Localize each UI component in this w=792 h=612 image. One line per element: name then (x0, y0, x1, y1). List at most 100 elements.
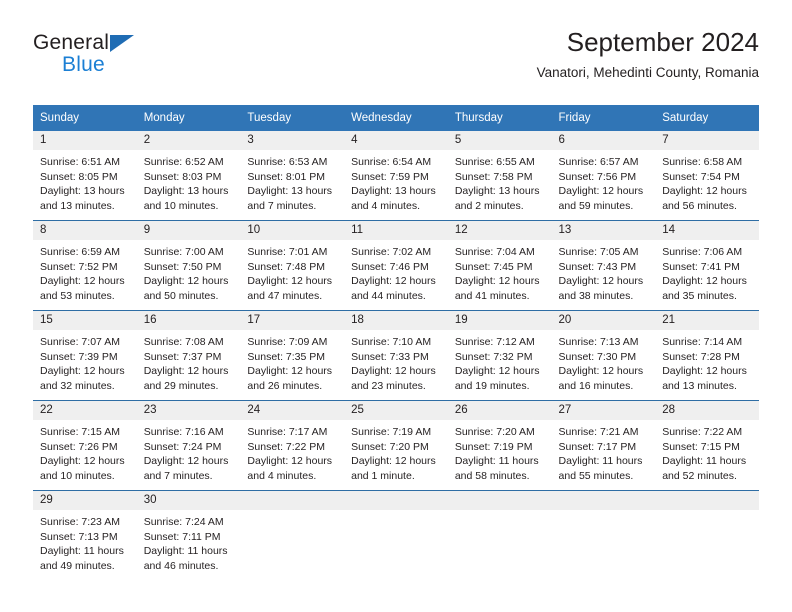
sunrise-text: Sunrise: 6:54 AM (351, 156, 432, 168)
weekday-header-monday: Monday (136, 105, 241, 131)
daylight-text-line2: and 47 minutes. (247, 289, 323, 302)
sunset-text: Sunset: 7:50 PM (143, 260, 222, 273)
sunrise-text: Sunrise: 7:01 AM (247, 246, 328, 258)
generalblue-logo: General Blue (33, 31, 253, 91)
daylight-text-line2: and 53 minutes. (40, 289, 115, 302)
calendar-day-cell[interactable]: 14 Sunrise: 7:06 AM Sunset: 7:41 PM Dayligh… (655, 220, 759, 311)
daylight-text-line2: and 10 minutes. (40, 469, 115, 482)
daylight-text-line2: and 52 minutes. (662, 469, 737, 482)
sunset-text: Sunset: 7:13 PM (40, 530, 118, 543)
sunrise-text: Sunrise: 7:23 AM (40, 516, 120, 528)
day-number: 29 (33, 491, 137, 510)
calendar-day-cell[interactable]: 9 Sunrise: 7:00 AM Sunset: 7:50 PM Daylight… (136, 220, 241, 311)
calendar-day-cell[interactable]: 7 Sunrise: 6:58 AM Sunset: 7:54 PM Daylight… (655, 131, 759, 221)
calendar-day-cell[interactable]: 21 Sunrise: 7:14 AM Sunset: 7:28 PM Dayligh… (655, 310, 759, 401)
sunrise-text: Sunrise: 7:04 AM (454, 246, 535, 258)
calendar-day-cell[interactable]: 22 Sunrise: 7:15 AM Sunset: 7:26 PM Dayligh… (33, 400, 137, 491)
calendar-day-cell[interactable]: 29 Sunrise: 7:23 AM Sunset: 7:13 PM Dayligh… (33, 490, 137, 580)
calendar-day-cell[interactable]: 19 Sunrise: 7:12 AM Sunset: 7:32 PM Dayligh… (447, 310, 552, 401)
daylight-text-line1: Daylight: 12 hours (662, 275, 747, 287)
daylight-text-line2: and 49 minutes. (40, 559, 115, 572)
weekday-header-sunday: Sunday (33, 105, 137, 131)
day-number: 16 (136, 311, 241, 330)
daylight-text-line2: and 4 minutes. (247, 469, 317, 482)
sunset-text: Sunset: 7:20 PM (351, 440, 429, 453)
calendar-day-cell-empty (655, 490, 759, 580)
daylight-text-line2: and 55 minutes. (558, 469, 634, 482)
sunset-text: Sunset: 8:01 PM (247, 170, 326, 183)
day-number (240, 491, 345, 510)
day-number: 26 (447, 401, 552, 420)
sunrise-text: Sunrise: 7:08 AM (143, 336, 224, 348)
daylight-text-line2: and 35 minutes. (662, 289, 737, 302)
calendar-day-cell[interactable]: 4 Sunrise: 6:54 AM Sunset: 7:59 PM Daylight… (344, 131, 448, 221)
calendar-day-cell[interactable]: 26 Sunrise: 7:20 AM Sunset: 7:19 PM Dayligh… (447, 400, 552, 491)
calendar-day-cell[interactable]: 25 Sunrise: 7:19 AM Sunset: 7:20 PM Dayligh… (344, 400, 448, 491)
sunset-text: Sunset: 7:22 PM (247, 440, 326, 453)
daylight-text-line1: Daylight: 12 hours (247, 365, 333, 377)
daylight-text-line2: and 10 minutes. (143, 199, 219, 212)
daylight-text-line2: and 19 minutes. (454, 379, 530, 392)
sunset-text: Sunset: 8:05 PM (40, 170, 118, 183)
day-number: 25 (344, 401, 448, 420)
calendar-day-cell[interactable]: 10 Sunrise: 7:01 AM Sunset: 7:48 PM Dayligh… (240, 220, 345, 311)
day-number: 18 (344, 311, 448, 330)
calendar-day-cell[interactable]: 15 Sunrise: 7:07 AM Sunset: 7:39 PM Dayligh… (33, 310, 137, 401)
calendar-day-cell[interactable]: 6 Sunrise: 6:57 AM Sunset: 7:56 PM Daylight… (551, 131, 656, 221)
sunset-text: Sunset: 7:19 PM (454, 440, 533, 453)
sunrise-text: Sunrise: 7:22 AM (662, 426, 743, 438)
sunrise-text: Sunrise: 7:09 AM (247, 336, 328, 348)
calendar-week-row: 1 Sunrise: 6:51 AM Sunset: 8:05 PM Daylight… (33, 131, 759, 221)
daylight-text-line2: and 44 minutes. (351, 289, 426, 302)
calendar-day-cell[interactable]: 18 Sunrise: 7:10 AM Sunset: 7:33 PM Dayligh… (344, 310, 448, 401)
calendar-day-cell[interactable]: 11 Sunrise: 7:02 AM Sunset: 7:46 PM Dayligh… (344, 220, 448, 311)
daylight-text-line1: Daylight: 13 hours (454, 185, 540, 197)
daylight-text-line2: and 4 minutes. (351, 199, 420, 212)
day-number: 30 (136, 491, 241, 510)
sunset-text: Sunset: 7:52 PM (40, 260, 118, 273)
sunrise-text: Sunrise: 6:55 AM (454, 156, 535, 168)
sunrise-text: Sunrise: 7:05 AM (558, 246, 639, 258)
sunset-text: Sunset: 7:28 PM (662, 350, 740, 363)
calendar-day-cell[interactable]: 3 Sunrise: 6:53 AM Sunset: 8:01 PM Daylight… (240, 131, 345, 221)
calendar-day-cell[interactable]: 23 Sunrise: 7:16 AM Sunset: 7:24 PM Dayligh… (136, 400, 241, 491)
calendar-day-cell[interactable]: 8 Sunrise: 6:59 AM Sunset: 7:52 PM Daylight… (33, 220, 137, 311)
calendar-day-cell[interactable]: 27 Sunrise: 7:21 AM Sunset: 7:17 PM Dayligh… (551, 400, 656, 491)
page-title: September 2024 (566, 27, 759, 57)
calendar-day-cell[interactable]: 16 Sunrise: 7:08 AM Sunset: 7:37 PM Dayligh… (136, 310, 241, 401)
calendar-day-cell[interactable]: 2 Sunrise: 6:52 AM Sunset: 8:03 PM Daylight… (136, 131, 241, 221)
weekday-header-friday: Friday (551, 105, 656, 131)
calendar-day-cell[interactable]: 1 Sunrise: 6:51 AM Sunset: 8:05 PM Daylight… (33, 131, 137, 221)
sunrise-text: Sunrise: 6:59 AM (40, 246, 120, 258)
sunrise-text: Sunrise: 6:52 AM (143, 156, 224, 168)
daylight-text-line2: and 16 minutes. (558, 379, 634, 392)
sunset-text: Sunset: 7:56 PM (558, 170, 637, 183)
day-number: 3 (240, 131, 345, 150)
sunrise-text: Sunrise: 7:06 AM (662, 246, 743, 258)
daylight-text-line2: and 13 minutes. (662, 379, 737, 392)
calendar-day-cell[interactable]: 5 Sunrise: 6:55 AM Sunset: 7:58 PM Daylight… (447, 131, 552, 221)
calendar-day-cell[interactable]: 30 Sunrise: 7:24 AM Sunset: 7:11 PM Dayligh… (136, 490, 241, 580)
day-number: 4 (344, 131, 448, 150)
calendar-day-cell[interactable]: 17 Sunrise: 7:09 AM Sunset: 7:35 PM Dayligh… (240, 310, 345, 401)
weekday-header-saturday: Saturday (655, 105, 759, 131)
daylight-text-line2: and 41 minutes. (454, 289, 530, 302)
sunset-text: Sunset: 8:03 PM (143, 170, 222, 183)
calendar-day-cell[interactable]: 12 Sunrise: 7:04 AM Sunset: 7:45 PM Dayligh… (447, 220, 552, 311)
daylight-text-line1: Daylight: 12 hours (351, 455, 436, 467)
daylight-text-line2: and 1 minute. (351, 469, 415, 482)
calendar-day-cell[interactable]: 24 Sunrise: 7:17 AM Sunset: 7:22 PM Dayligh… (240, 400, 345, 491)
sunset-text: Sunset: 7:17 PM (558, 440, 637, 453)
daylight-text-line1: Daylight: 12 hours (662, 185, 747, 197)
calendar-header-row: Sunday Monday Tuesday Wednesday Thursday… (33, 105, 759, 131)
sunrise-text: Sunrise: 6:58 AM (662, 156, 743, 168)
sunrise-text: Sunrise: 7:19 AM (351, 426, 432, 438)
calendar-day-cell[interactable]: 20 Sunrise: 7:13 AM Sunset: 7:30 PM Dayligh… (551, 310, 656, 401)
calendar-week-row: 8 Sunrise: 6:59 AM Sunset: 7:52 PM Daylight… (33, 220, 759, 311)
daylight-text-line1: Daylight: 12 hours (40, 365, 125, 377)
sunset-text: Sunset: 7:48 PM (247, 260, 326, 273)
calendar-body: 1 Sunrise: 6:51 AM Sunset: 8:05 PM Daylight… (33, 131, 759, 580)
calendar-day-cell[interactable]: 13 Sunrise: 7:05 AM Sunset: 7:43 PM Dayligh… (551, 220, 656, 311)
day-number (655, 491, 759, 510)
calendar-day-cell[interactable]: 28 Sunrise: 7:22 AM Sunset: 7:15 PM Dayligh… (655, 400, 759, 491)
